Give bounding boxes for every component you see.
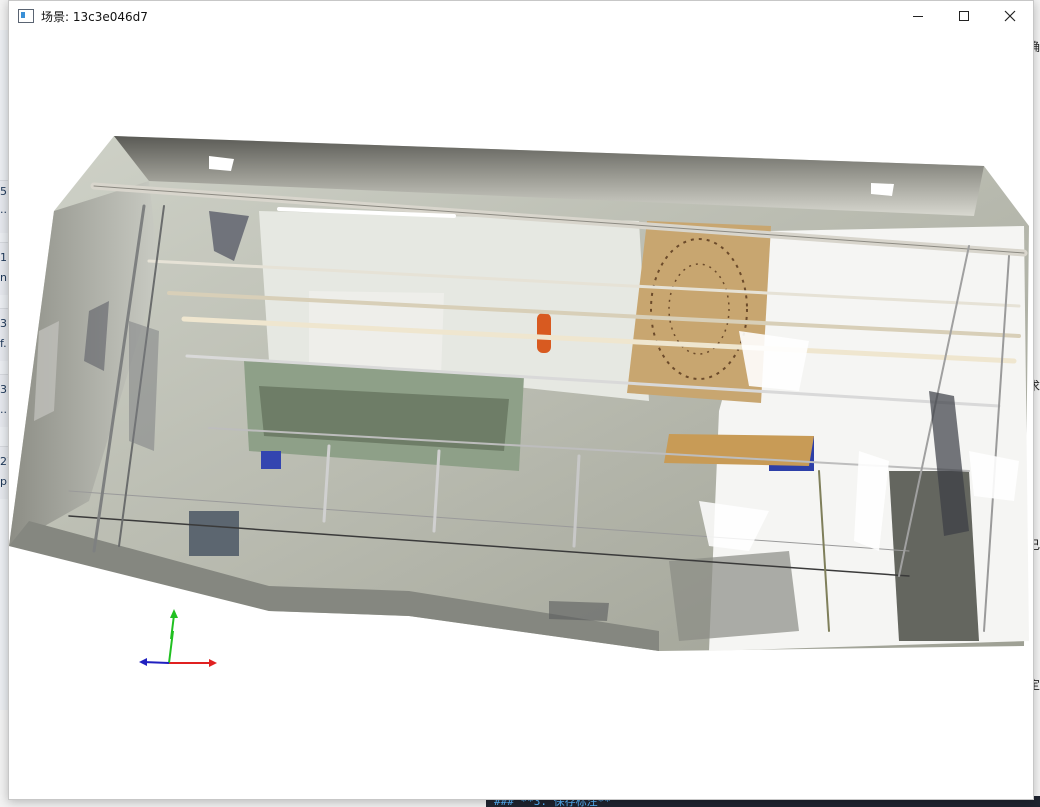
bg-fragment: f. <box>0 337 7 350</box>
maximize-icon <box>959 11 969 21</box>
maximize-button[interactable] <box>941 1 987 31</box>
point-cloud-scene[interactable] <box>9 31 1033 799</box>
scene-window[interactable]: 场景: 13c3e046d7 <box>8 0 1034 800</box>
title-bar[interactable]: 场景: 13c3e046d7 <box>9 1 1033 31</box>
y-axis-arrow-icon <box>170 609 178 639</box>
bg-fragment: p <box>0 475 7 488</box>
x-axis-arrow-icon <box>209 659 217 667</box>
app-icon <box>18 9 34 23</box>
close-button[interactable] <box>987 1 1033 31</box>
minimize-button[interactable] <box>895 1 941 31</box>
window-title: 场景: 13c3e046d7 <box>41 9 148 24</box>
window-controls <box>895 1 1033 31</box>
close-icon <box>1004 10 1016 22</box>
z-axis-arrow-icon <box>139 658 147 666</box>
3d-viewport[interactable] <box>9 31 1033 799</box>
minimize-icon <box>913 16 923 17</box>
